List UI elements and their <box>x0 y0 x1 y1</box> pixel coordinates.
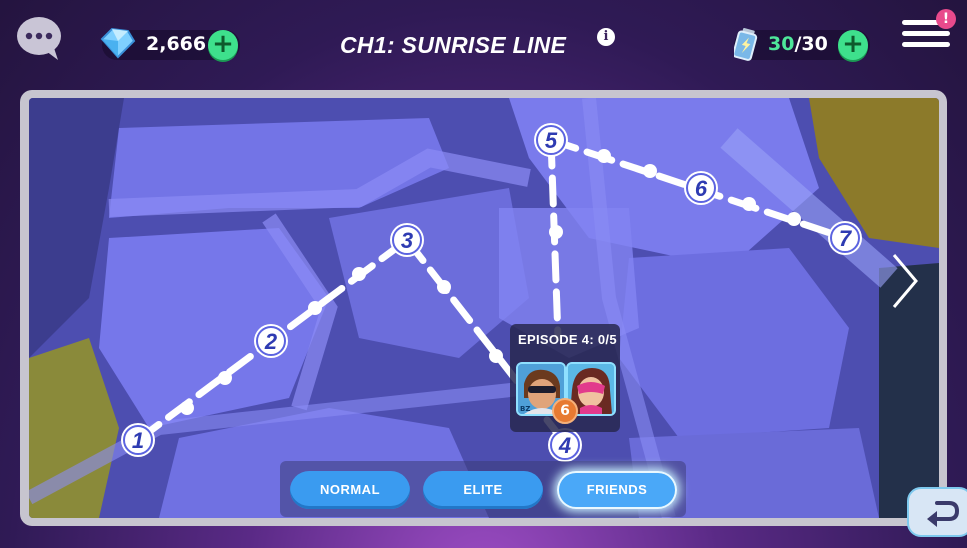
add-energy-button[interactable]: + <box>838 30 868 60</box>
level-node-7[interactable]: 7 <box>828 221 862 255</box>
notification-badge: ! <box>936 9 956 29</box>
hero-tag: BZ <box>520 405 531 413</box>
gems-value: 2,666 <box>146 33 207 55</box>
level-node-4-label: 4 <box>558 433 571 458</box>
level-node-1[interactable]: 1 <box>121 423 155 457</box>
level-node-2-label: 2 <box>264 329 278 354</box>
friends-mode-button[interactable]: FRIENDS <box>557 471 677 509</box>
add-gems-button[interactable]: + <box>208 30 238 60</box>
chevron-right-icon <box>892 254 918 308</box>
back-button[interactable] <box>907 487 967 537</box>
level-node-4[interactable]: 4 <box>548 428 582 462</box>
level-node-1-label: 1 <box>132 428 144 453</box>
level-node-6[interactable]: 6 <box>684 171 718 205</box>
normal-mode-button[interactable]: NORMAL <box>290 471 410 509</box>
info-icon[interactable]: i <box>597 28 615 46</box>
chat-button[interactable] <box>16 16 64 60</box>
menu-bar-middle <box>902 31 950 36</box>
energy-current: 30 <box>768 33 795 55</box>
chat-bubble-icon <box>17 17 61 60</box>
battery-icon <box>734 27 758 61</box>
level-node-3[interactable]: 3 <box>390 223 424 257</box>
gem-icon <box>100 27 136 59</box>
level-node-5-label: 5 <box>545 128 558 153</box>
menu-bar-bottom <box>902 42 950 47</box>
elite-mode-button[interactable]: ELITE <box>423 471 543 509</box>
episode-label: EPISODE 4: 0/5 <box>518 332 617 347</box>
chapter-map: 1 2 3 4 5 6 7 <box>29 98 939 518</box>
return-arrow-icon <box>927 501 960 527</box>
level-path: 1 2 3 4 5 6 7 <box>121 123 862 462</box>
level-node-6-label: 6 <box>695 176 708 201</box>
level-badge: 6 <box>552 398 578 424</box>
chapter-title: CH1: SUNRISE LINE <box>340 32 567 58</box>
level-node-5[interactable]: 5 <box>534 123 568 157</box>
level-node-3-label: 3 <box>401 228 413 253</box>
energy-max: /30 <box>794 33 828 55</box>
next-map-button[interactable] <box>890 252 920 310</box>
level-node-2[interactable]: 2 <box>254 324 288 358</box>
level-node-7-label: 7 <box>839 226 853 251</box>
